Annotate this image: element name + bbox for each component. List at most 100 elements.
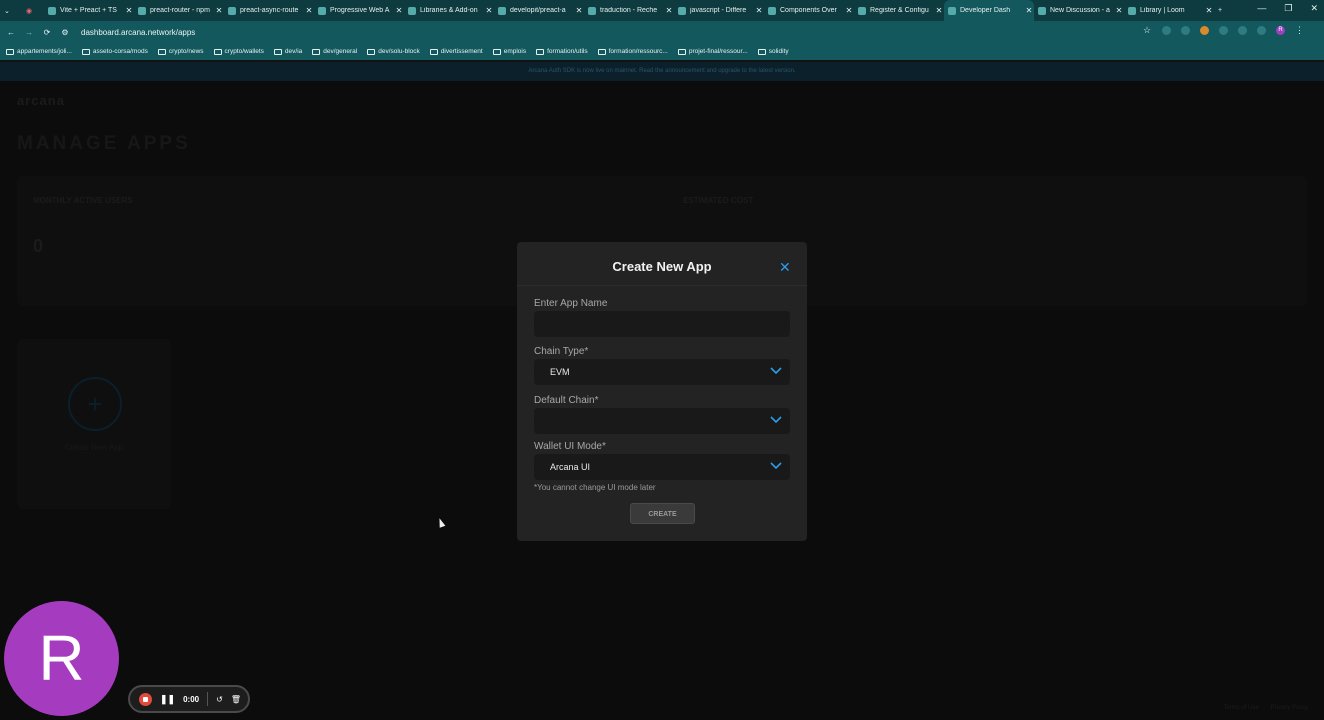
forward-icon[interactable]: → [22,28,36,37]
bookmark-folder[interactable]: solidity [757,48,789,55]
tab-favicon-icon [498,6,506,15]
bookmark-label: projet-final/ressour... [688,48,748,55]
folder-icon [213,48,222,55]
bookmark-folder[interactable]: crypto/wallets [213,48,264,55]
browser-tab[interactable]: preact-async-route ✕ [224,0,314,21]
back-icon[interactable]: ← [4,28,18,37]
close-tab-icon[interactable]: ✕ [124,6,134,15]
bookmark-star-icon[interactable]: ☆ [1143,26,1152,35]
delete-icon[interactable]: 🗑 [231,695,241,704]
close-tab-icon[interactable]: ✕ [1204,6,1214,15]
bookmark-label: formation/utils [547,48,588,55]
close-tab-icon[interactable]: ✕ [844,6,854,15]
browser-tab[interactable]: Progressive Web A ✕ [314,0,404,21]
recording-tab-icon[interactable]: ◉ [22,0,44,21]
close-tab-icon[interactable]: ✕ [1114,6,1124,15]
tab-favicon-icon [858,6,866,15]
browser-tab[interactable]: Libraries & Add-on ✕ [404,0,494,21]
reload-icon[interactable]: ⟳ [40,28,54,37]
tab-label: New Discussion - a [1050,7,1110,14]
close-tab-icon[interactable]: ✕ [664,6,674,15]
bookmark-folder[interactable]: dev/solu-block [367,48,420,55]
extension-icon-3[interactable] [1200,26,1209,35]
chain-type-select[interactable]: EVM [534,359,790,385]
wallet-ui-value: Arcana UI [550,462,591,472]
bookmark-label: asseto-corsa/mods [92,48,148,55]
bookmark-folder[interactable]: divertissement [429,48,483,55]
restart-icon[interactable]: ↺ [216,695,223,704]
tab-label: Progressive Web A [330,7,390,14]
bookmark-folder[interactable]: dev/general [312,48,357,55]
browser-tab[interactable]: preact-router - npm ✕ [134,0,224,21]
close-tab-icon[interactable]: ✕ [394,6,404,15]
bookmark-label: divertissement [440,48,483,55]
bookmark-label: emplois [503,48,527,55]
browser-tab[interactable]: New Discussion - a ✕ [1034,0,1124,21]
bookmark-folder[interactable]: emplois [492,48,527,55]
browser-tab[interactable]: Library | Loom ✕ [1124,0,1214,21]
extension-icon-4[interactable] [1219,26,1228,35]
extensions-puzzle-icon[interactable] [1238,26,1247,35]
folder-icon [6,48,14,55]
bookmark-folder[interactable]: formation/utils [536,48,588,55]
chevron-down-icon: ⌄ [4,7,10,15]
restore-icon[interactable]: ❐ [1284,3,1292,14]
folder-icon [367,48,376,55]
tab-label: developit/preact-a [510,7,566,14]
chevron-down-icon [770,416,782,424]
bookmark-label: appartements/joli... [17,48,72,55]
close-tab-icon[interactable]: ✕ [214,6,224,15]
bookmark-folder[interactable]: formation/ressourc... [597,48,668,55]
default-chain-select[interactable] [534,408,790,434]
browser-tab[interactable]: developit/preact-a ✕ [494,0,584,21]
close-tab-icon[interactable]: ✕ [574,6,584,15]
pause-icon[interactable]: ❚❚ [160,694,175,705]
tab-favicon-icon [1038,6,1046,15]
bookmark-folder[interactable]: dev/ia [273,48,302,55]
browser-tab[interactable]: traduction - Reche ✕ [584,0,674,21]
camera-avatar: R [4,601,119,716]
minimize-icon[interactable]: — [1257,3,1266,14]
tab-favicon-icon [768,6,776,15]
browser-tab[interactable]: Components Over ✕ [764,0,854,21]
url-field[interactable]: dashboard.arcana.network/apps [81,28,195,37]
recording-controls: ❚❚ 0:00 ↺ 🗑 [128,685,250,713]
folder-icon [81,48,90,55]
close-icon[interactable]: ✕ [779,259,791,276]
bookmark-folder[interactable]: asseto-corsa/mods [81,48,148,55]
side-panel-icon[interactable] [1257,26,1266,35]
browser-tab[interactable]: javascript - Differe ✕ [674,0,764,21]
create-button[interactable]: CREATE [630,503,695,524]
browser-tab[interactable]: Register & Configu ✕ [854,0,944,21]
app-name-input[interactable] [534,311,790,337]
close-tab-icon[interactable]: ✕ [484,6,494,15]
extension-icon-2[interactable] [1181,26,1190,35]
default-chain-label: Default Chain* [534,395,599,406]
stop-recording-icon[interactable] [139,692,152,706]
close-tab-icon[interactable]: ✕ [754,6,764,15]
tab-list-button[interactable]: ⌄ [0,0,22,21]
tab-label: Register & Configu [870,7,929,14]
bookmark-folder[interactable]: appartements/joli... [6,48,72,55]
site-info-icon[interactable]: ⚙ [58,28,72,37]
tab-label: Libraries & Add-on [420,7,478,14]
tab-favicon-icon [588,6,596,15]
menu-dots-icon[interactable]: ⋮ [1295,26,1304,35]
wallet-ui-select[interactable]: Arcana UI [534,454,790,480]
new-tab-button[interactable]: + [1214,0,1234,21]
close-tab-icon[interactable]: ✕ [934,6,944,15]
close-tab-icon[interactable]: ✕ [1024,6,1034,15]
profile-avatar[interactable]: R [1276,26,1285,35]
bookmark-folder[interactable]: crypto/news [157,48,204,55]
tab-favicon-icon [48,6,56,15]
extension-icon-1[interactable] [1162,26,1171,35]
browser-tab[interactable]: Developer Dash ✕ [944,0,1034,21]
folder-icon [157,48,166,55]
close-window-icon[interactable]: ✕ [1310,3,1318,14]
bookmark-folder[interactable]: projet-final/ressour... [677,48,748,55]
folder-icon [429,48,438,55]
tab-label: preact-async-route [240,7,299,14]
close-tab-icon[interactable]: ✕ [304,6,314,15]
browser-tab[interactable]: Vite + Preact + TS ✕ [44,0,134,21]
tab-favicon-icon [228,6,236,15]
